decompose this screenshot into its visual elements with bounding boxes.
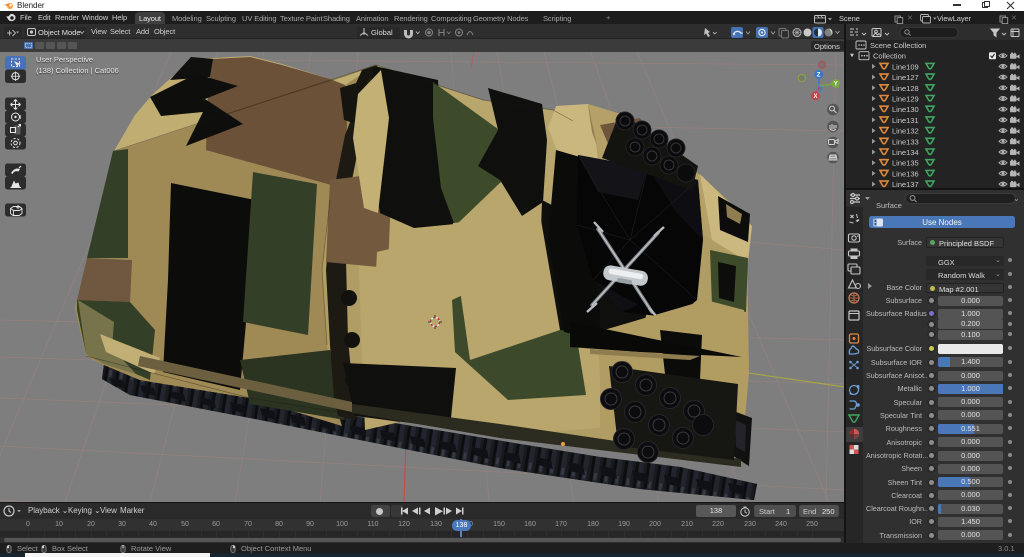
svg-text:Line129: Line129 <box>892 95 919 104</box>
svg-text:Collection: Collection <box>873 52 906 61</box>
svg-text:Z: Z <box>817 73 821 79</box>
svg-text:Line127: Line127 <box>892 73 919 82</box>
svg-text:Line128: Line128 <box>892 84 919 93</box>
svg-text:Line130: Line130 <box>892 105 919 114</box>
svg-text:Line109: Line109 <box>892 62 919 71</box>
svg-text:Line135: Line135 <box>892 159 919 168</box>
svg-text:Scene Collection: Scene Collection <box>870 41 926 50</box>
svg-text:Line134: Line134 <box>892 148 919 157</box>
svg-text:Line133: Line133 <box>892 137 919 146</box>
svg-text:Y: Y <box>834 82 838 88</box>
svg-text:Line132: Line132 <box>892 127 919 136</box>
svg-text:X: X <box>814 94 818 100</box>
svg-text:Line131: Line131 <box>892 116 919 125</box>
svg-text:Line136: Line136 <box>892 169 919 178</box>
